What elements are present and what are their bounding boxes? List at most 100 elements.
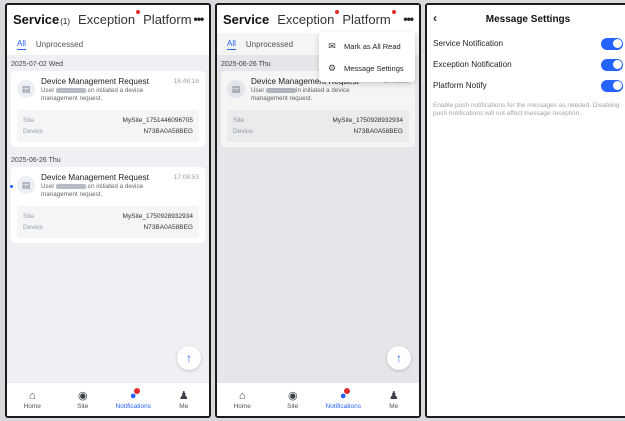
tab-platform-label: Platform (143, 11, 192, 27)
nav-me[interactable]: ♟ Me (369, 383, 420, 416)
message-card[interactable]: ▤ Device Management Request 16:48:16 Use… (11, 71, 205, 147)
settings-page: ‹ Message Settings Service Notification … (427, 5, 625, 416)
desc-middle: .cn initiated a device (86, 87, 144, 94)
message-card[interactable]: ▤ Device Management Request 17:08:53 Use… (221, 71, 415, 147)
tab-exception-label: Exception (78, 11, 136, 27)
desc-prefix: User (41, 87, 55, 94)
menu-message-settings[interactable]: ⚙ Message Settings (319, 57, 415, 79)
masked-email (56, 87, 87, 93)
tab-service-count: (1) (60, 16, 71, 26)
nav-home-label: Home (233, 402, 251, 410)
nav-home-label: Home (23, 402, 41, 410)
message-details: Site MySite_1750928932934 Device N73BA0A58… (227, 110, 409, 142)
header-tabs: Service Exception Platform ••• (217, 5, 419, 33)
nav-me[interactable]: ♟ Me (159, 383, 210, 416)
message-title: Device Management Request (41, 77, 149, 86)
desc-suffix: management request. (41, 95, 103, 102)
globe-icon: ◉ (287, 389, 298, 402)
screen-notifications-menu: Service Exception Platform ••• All Unpro… (215, 3, 421, 418)
menu-mark-all-read-label: Mark as All Read (344, 41, 401, 51)
user-icon: ♟ (388, 389, 399, 402)
tab-exception[interactable]: Exception (277, 9, 340, 27)
nav-home[interactable]: ⌂ Home (217, 383, 268, 416)
more-menu: ✉ Mark as All Read ⚙ Message Settings (319, 32, 415, 82)
nav-site[interactable]: ◉ Site (58, 383, 109, 416)
tab-exception[interactable]: Exception (78, 9, 141, 27)
filter-all[interactable]: All (227, 39, 236, 50)
filter-all[interactable]: All (17, 39, 26, 50)
unread-dot (391, 9, 396, 14)
bottom-nav: ⌂ Home ◉ Site ● Notifications ♟ Me (7, 382, 209, 416)
site-label: Site (23, 213, 35, 220)
message-desc: User .cn initiated a device management re… (41, 87, 199, 103)
desc-middle: in initiated a device (296, 87, 350, 94)
message-card[interactable]: ▤ Device Management Request 17:08:53 Use… (11, 167, 205, 243)
nav-me-label: Me (179, 402, 189, 410)
message-details: Site MySite_1750928932934 Device N73BA0A58… (17, 206, 199, 238)
back-icon[interactable]: ‹ (433, 11, 437, 25)
user-icon: ♟ (178, 389, 189, 402)
message-time: 17:08:53 (173, 174, 199, 181)
desc-prefix: User (251, 87, 265, 94)
message-desc: User in initiated a device management req… (251, 87, 409, 103)
tab-platform-label: Platform (342, 11, 391, 27)
site-value: MySite_1751446096705 (122, 117, 193, 124)
message-desc: User .cn initiated a device management re… (41, 183, 199, 199)
filter-bar: All Unprocessed (7, 33, 209, 55)
date-header: 2025-07-02 Wed (11, 61, 64, 68)
arrow-up-icon: ↑ (186, 351, 192, 365)
more-icon[interactable]: ••• (194, 12, 205, 26)
header-tabs: Service(1) Exception Platform ••• (7, 5, 209, 33)
nav-notifications[interactable]: ● Notifications (108, 383, 159, 416)
setting-service-notification: Service Notification (427, 33, 625, 54)
device-value: N73BA0A58BEG (143, 128, 193, 135)
screen-notifications-service: Service(1) Exception Platform ••• All Un… (5, 3, 211, 418)
setting-label: Exception Notification (433, 60, 512, 69)
tab-service-label: Service (13, 11, 60, 27)
unread-dot (335, 9, 340, 14)
setting-label: Platform Notify (433, 81, 487, 90)
filter-unprocessed[interactable]: Unprocessed (246, 40, 293, 49)
setting-label: Service Notification (433, 39, 504, 48)
gear-icon: ⚙ (327, 62, 337, 73)
scroll-top-button[interactable]: ↑ (387, 346, 411, 370)
nav-me-label: Me (389, 402, 399, 410)
tab-service[interactable]: Service (223, 12, 269, 27)
site-label: Site (233, 117, 245, 124)
bell-icon: ● (130, 387, 140, 403)
home-icon: ⌂ (238, 389, 246, 402)
device-value: N73BA0A58BEG (353, 128, 403, 135)
platform-notify-toggle[interactable] (601, 79, 623, 92)
site-value: MySite_1750928932934 (332, 117, 403, 124)
bottom-nav: ⌂ Home ◉ Site ● Notifications ♟ Me (217, 382, 419, 416)
device-label: Device (23, 224, 43, 231)
menu-message-settings-label: Message Settings (344, 63, 404, 73)
scroll-top-button[interactable]: ↑ (177, 346, 201, 370)
tab-platform[interactable]: Platform (342, 9, 396, 27)
nav-notifications-label: Notifications (115, 402, 151, 410)
exception-notification-toggle[interactable] (601, 58, 623, 71)
nav-site-label: Site (287, 402, 299, 410)
nav-home[interactable]: ⌂ Home (7, 383, 58, 416)
device-icon: ▤ (17, 80, 35, 98)
nav-notifications[interactable]: ● Notifications (318, 383, 369, 416)
nav-site[interactable]: ◉ Site (268, 383, 319, 416)
desc-suffix: management request. (251, 95, 313, 102)
service-notification-toggle[interactable] (601, 37, 623, 50)
device-icon: ▤ (17, 176, 35, 194)
unread-dot (136, 9, 141, 14)
device-value: N73BA0A58BEG (143, 224, 193, 231)
notification-badge (343, 387, 350, 394)
tab-exception-label: Exception (277, 11, 335, 27)
screen-message-settings: ‹ Message Settings Service Notification … (425, 3, 625, 418)
settings-header: ‹ Message Settings (427, 5, 625, 33)
desc-suffix: management request. (41, 191, 103, 198)
device-icon: ▤ (227, 80, 245, 98)
device-label: Device (233, 128, 253, 135)
more-icon[interactable]: ••• (403, 12, 414, 26)
tab-platform[interactable]: Platform (143, 12, 191, 27)
filter-unprocessed[interactable]: Unprocessed (36, 40, 83, 49)
tab-service[interactable]: Service(1) (13, 12, 70, 27)
unread-indicator (10, 185, 13, 188)
menu-mark-all-read[interactable]: ✉ Mark as All Read (319, 35, 415, 57)
